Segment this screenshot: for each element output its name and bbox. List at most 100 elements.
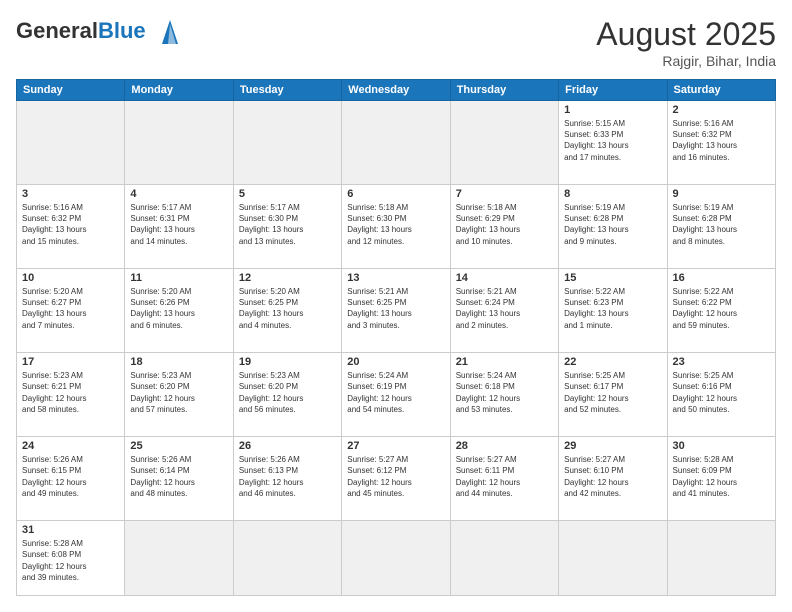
day-info: Sunrise: 5:21 AMSunset: 6:24 PMDaylight:… — [456, 286, 553, 331]
table-row: 3 Sunrise: 5:16 AMSunset: 6:32 PMDayligh… — [17, 185, 776, 269]
header-saturday: Saturday — [667, 80, 775, 101]
day-number: 23 — [673, 356, 770, 368]
day-number: 27 — [347, 440, 444, 452]
table-row: 24 Sunrise: 5:26 AMSunset: 6:15 PMDaylig… — [17, 437, 776, 521]
day-number: 15 — [564, 272, 661, 284]
day-number: 17 — [22, 356, 119, 368]
day-16: 16 Sunrise: 5:22 AMSunset: 6:22 PMDaylig… — [667, 269, 775, 353]
day-9: 9 Sunrise: 5:19 AMSunset: 6:28 PMDayligh… — [667, 185, 775, 269]
day-number: 11 — [130, 272, 227, 284]
day-17: 17 Sunrise: 5:23 AMSunset: 6:21 PMDaylig… — [17, 353, 125, 437]
day-12: 12 Sunrise: 5:20 AMSunset: 6:25 PMDaylig… — [233, 269, 341, 353]
day-number: 7 — [456, 188, 553, 200]
day-number: 31 — [22, 524, 119, 536]
day-number: 28 — [456, 440, 553, 452]
empty-cell — [125, 521, 233, 596]
day-number: 26 — [239, 440, 336, 452]
header-wednesday: Wednesday — [342, 80, 450, 101]
day-number: 13 — [347, 272, 444, 284]
day-15: 15 Sunrise: 5:22 AMSunset: 6:23 PMDaylig… — [559, 269, 667, 353]
day-info: Sunrise: 5:17 AMSunset: 6:31 PMDaylight:… — [130, 202, 227, 247]
day-info: Sunrise: 5:15 AMSunset: 6:33 PMDaylight:… — [564, 118, 661, 163]
table-row: 1 Sunrise: 5:15 AMSunset: 6:33 PMDayligh… — [17, 101, 776, 185]
day-6: 6 Sunrise: 5:18 AMSunset: 6:30 PMDayligh… — [342, 185, 450, 269]
day-number: 8 — [564, 188, 661, 200]
day-number: 29 — [564, 440, 661, 452]
location: Rajgir, Bihar, India — [596, 53, 776, 69]
day-3: 3 Sunrise: 5:16 AMSunset: 6:32 PMDayligh… — [17, 185, 125, 269]
empty-cell — [342, 521, 450, 596]
day-info: Sunrise: 5:24 AMSunset: 6:19 PMDaylight:… — [347, 370, 444, 415]
day-info: Sunrise: 5:19 AMSunset: 6:28 PMDaylight:… — [564, 202, 661, 247]
month-title: August 2025 — [596, 16, 776, 53]
day-info: Sunrise: 5:20 AMSunset: 6:26 PMDaylight:… — [130, 286, 227, 331]
header-tuesday: Tuesday — [233, 80, 341, 101]
day-4: 4 Sunrise: 5:17 AMSunset: 6:31 PMDayligh… — [125, 185, 233, 269]
logo-general: General — [16, 18, 98, 43]
logo: GeneralBlue — [16, 16, 186, 48]
header: GeneralBlue August 2025 Rajgir, Bihar, I… — [16, 16, 776, 69]
day-28: 28 Sunrise: 5:27 AMSunset: 6:11 PMDaylig… — [450, 437, 558, 521]
day-number: 4 — [130, 188, 227, 200]
day-18: 18 Sunrise: 5:23 AMSunset: 6:20 PMDaylig… — [125, 353, 233, 437]
day-info: Sunrise: 5:19 AMSunset: 6:28 PMDaylight:… — [673, 202, 770, 247]
day-13: 13 Sunrise: 5:21 AMSunset: 6:25 PMDaylig… — [342, 269, 450, 353]
day-info: Sunrise: 5:27 AMSunset: 6:10 PMDaylight:… — [564, 454, 661, 499]
day-number: 3 — [22, 188, 119, 200]
empty-cell — [342, 101, 450, 185]
title-block: August 2025 Rajgir, Bihar, India — [596, 16, 776, 69]
day-info: Sunrise: 5:23 AMSunset: 6:20 PMDaylight:… — [130, 370, 227, 415]
day-19: 19 Sunrise: 5:23 AMSunset: 6:20 PMDaylig… — [233, 353, 341, 437]
day-info: Sunrise: 5:22 AMSunset: 6:23 PMDaylight:… — [564, 286, 661, 331]
day-info: Sunrise: 5:27 AMSunset: 6:12 PMDaylight:… — [347, 454, 444, 499]
day-number: 2 — [673, 104, 770, 116]
table-row: 10 Sunrise: 5:20 AMSunset: 6:27 PMDaylig… — [17, 269, 776, 353]
day-25: 25 Sunrise: 5:26 AMSunset: 6:14 PMDaylig… — [125, 437, 233, 521]
day-number: 21 — [456, 356, 553, 368]
day-21: 21 Sunrise: 5:24 AMSunset: 6:18 PMDaylig… — [450, 353, 558, 437]
day-info: Sunrise: 5:28 AMSunset: 6:09 PMDaylight:… — [673, 454, 770, 499]
day-info: Sunrise: 5:25 AMSunset: 6:16 PMDaylight:… — [673, 370, 770, 415]
empty-cell — [667, 521, 775, 596]
page: GeneralBlue August 2025 Rajgir, Bihar, I… — [0, 0, 792, 612]
day-number: 5 — [239, 188, 336, 200]
day-number: 1 — [564, 104, 661, 116]
day-number: 9 — [673, 188, 770, 200]
header-friday: Friday — [559, 80, 667, 101]
day-5: 5 Sunrise: 5:17 AMSunset: 6:30 PMDayligh… — [233, 185, 341, 269]
day-info: Sunrise: 5:28 AMSunset: 6:08 PMDaylight:… — [22, 538, 119, 583]
day-info: Sunrise: 5:22 AMSunset: 6:22 PMDaylight:… — [673, 286, 770, 331]
day-number: 6 — [347, 188, 444, 200]
day-info: Sunrise: 5:24 AMSunset: 6:18 PMDaylight:… — [456, 370, 553, 415]
day-info: Sunrise: 5:18 AMSunset: 6:29 PMDaylight:… — [456, 202, 553, 247]
day-30: 30 Sunrise: 5:28 AMSunset: 6:09 PMDaylig… — [667, 437, 775, 521]
day-number: 30 — [673, 440, 770, 452]
logo-text: GeneralBlue — [16, 16, 186, 48]
day-22: 22 Sunrise: 5:25 AMSunset: 6:17 PMDaylig… — [559, 353, 667, 437]
day-info: Sunrise: 5:18 AMSunset: 6:30 PMDaylight:… — [347, 202, 444, 247]
day-info: Sunrise: 5:16 AMSunset: 6:32 PMDaylight:… — [673, 118, 770, 163]
day-10: 10 Sunrise: 5:20 AMSunset: 6:27 PMDaylig… — [17, 269, 125, 353]
day-info: Sunrise: 5:26 AMSunset: 6:14 PMDaylight:… — [130, 454, 227, 499]
day-info: Sunrise: 5:20 AMSunset: 6:27 PMDaylight:… — [22, 286, 119, 331]
day-20: 20 Sunrise: 5:24 AMSunset: 6:19 PMDaylig… — [342, 353, 450, 437]
day-number: 16 — [673, 272, 770, 284]
day-number: 10 — [22, 272, 119, 284]
day-number: 25 — [130, 440, 227, 452]
empty-cell — [233, 101, 341, 185]
day-number: 19 — [239, 356, 336, 368]
day-info: Sunrise: 5:21 AMSunset: 6:25 PMDaylight:… — [347, 286, 444, 331]
table-row: 17 Sunrise: 5:23 AMSunset: 6:21 PMDaylig… — [17, 353, 776, 437]
day-info: Sunrise: 5:17 AMSunset: 6:30 PMDaylight:… — [239, 202, 336, 247]
calendar-table: Sunday Monday Tuesday Wednesday Thursday… — [16, 79, 776, 596]
day-7: 7 Sunrise: 5:18 AMSunset: 6:29 PMDayligh… — [450, 185, 558, 269]
day-info: Sunrise: 5:16 AMSunset: 6:32 PMDaylight:… — [22, 202, 119, 247]
day-info: Sunrise: 5:26 AMSunset: 6:15 PMDaylight:… — [22, 454, 119, 499]
day-29: 29 Sunrise: 5:27 AMSunset: 6:10 PMDaylig… — [559, 437, 667, 521]
day-31: 31 Sunrise: 5:28 AMSunset: 6:08 PMDaylig… — [17, 521, 125, 596]
empty-cell — [233, 521, 341, 596]
day-8: 8 Sunrise: 5:19 AMSunset: 6:28 PMDayligh… — [559, 185, 667, 269]
weekday-header-row: Sunday Monday Tuesday Wednesday Thursday… — [17, 80, 776, 101]
day-2: 2 Sunrise: 5:16 AMSunset: 6:32 PMDayligh… — [667, 101, 775, 185]
header-thursday: Thursday — [450, 80, 558, 101]
